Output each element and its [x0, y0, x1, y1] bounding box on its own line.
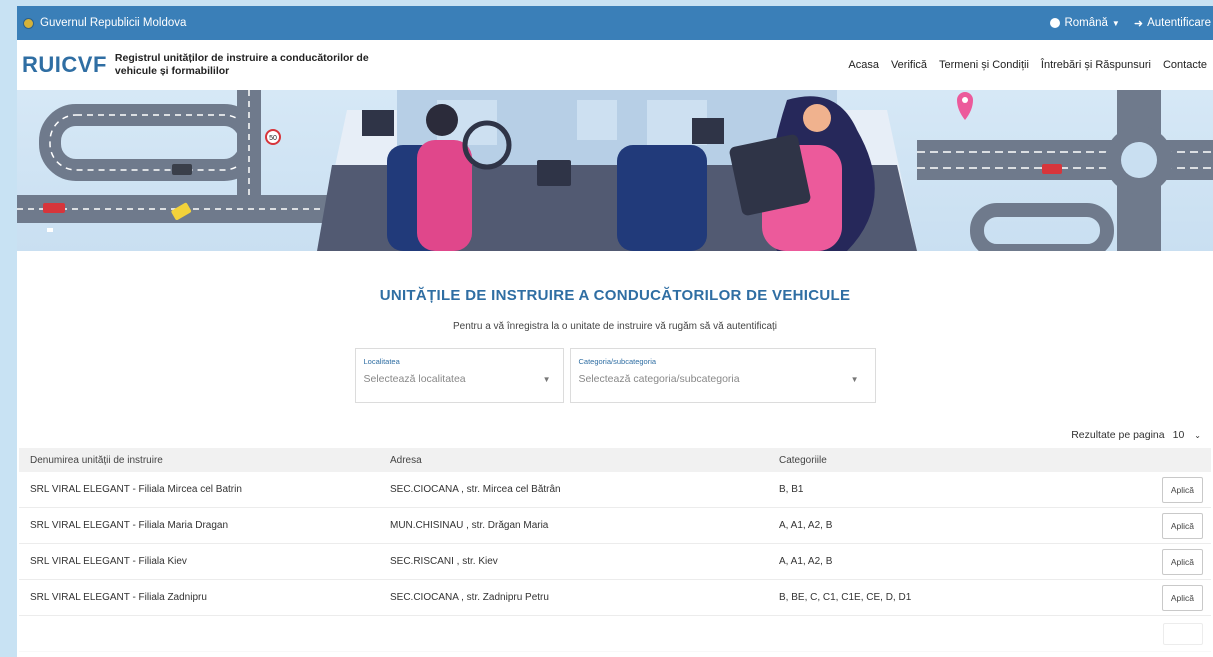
- nav-acasa[interactable]: Acasa: [848, 59, 879, 71]
- unit-address: SEC.CIOCANA , str. Zadnipru Petru: [390, 592, 549, 603]
- language-dropdown[interactable]: Română ▼: [1050, 17, 1120, 29]
- nav-contacte[interactable]: Contacte: [1163, 59, 1207, 71]
- globe-icon: [1050, 18, 1061, 28]
- hero-illustration: 50: [17, 90, 1213, 251]
- results-per-page-label: Rezultate pe pagina: [1071, 429, 1165, 441]
- brand-subtitle: Registrul unităților de instruire a cond…: [114, 52, 369, 77]
- logo: RUICVF: [22, 52, 107, 77]
- site-header: RUICVF Registrul unităților de instruire…: [17, 40, 1213, 90]
- hero-banner: 50: [17, 90, 1213, 251]
- table-row-partial: [19, 616, 1211, 652]
- unit-name: SRL VIRAL ELEGANT - Filiala Maria Dragan: [30, 520, 229, 531]
- gov-link[interactable]: Guvernul Republicii Moldova: [23, 17, 186, 29]
- results-per-page-value: 10: [1172, 429, 1185, 441]
- table-header: Denumirea unității de instruire Adresa C…: [19, 448, 1211, 472]
- category-placeholder: Selectează categoria/subcategoria: [578, 373, 740, 385]
- unit-categories: B, BE, C, C1, C1E, CE, D, D1: [779, 592, 912, 603]
- coat-of-arms-icon: [23, 17, 34, 29]
- results-per-page-select[interactable]: 10 ⌄: [1173, 429, 1201, 441]
- header-address: Adresa: [390, 454, 422, 466]
- category-label: Categoria/subcategoria: [578, 357, 657, 366]
- header-name: Denumirea unității de instruire: [30, 454, 163, 466]
- apply-button[interactable]: Aplică: [1161, 476, 1203, 503]
- page-title: UNITĂȚILE DE INSTRUIRE A CONDUCĂTORILOR …: [379, 287, 851, 304]
- unit-address: SEC.RISCANI , str. Kiev: [390, 556, 498, 567]
- apply-button[interactable]: Aplică: [1161, 584, 1203, 611]
- apply-button-partial[interactable]: [1163, 622, 1203, 645]
- page-subtitle: Pentru a vă înregistra la o unitate de i…: [452, 321, 778, 332]
- units-table: Denumirea unității de instruire Adresa C…: [19, 448, 1211, 652]
- locality-placeholder: Selectează localitatea: [363, 373, 466, 385]
- header-categories: Categoriile: [779, 454, 827, 466]
- locality-select[interactable]: Localitatea Selectează localitatea ▼: [354, 348, 564, 403]
- apply-button[interactable]: Aplică: [1161, 548, 1203, 575]
- caret-down-icon: ▼: [1111, 18, 1120, 28]
- unit-name: SRL VIRAL ELEGANT - Filiala Kiev: [30, 556, 187, 567]
- unit-categories: A, A1, A2, B: [779, 520, 833, 531]
- nav-intrebari[interactable]: Întrebări și Răspunsuri: [1041, 59, 1151, 71]
- brand-link[interactable]: RUICVF Registrul unităților de instruire…: [22, 52, 375, 78]
- table-row: SRL VIRAL ELEGANT - Filiala Kiev SEC.RIS…: [19, 544, 1211, 580]
- chevron-down-icon: ⌄: [1194, 430, 1201, 440]
- table-row: SRL VIRAL ELEGANT - Filiala Zadnipru SEC…: [19, 580, 1211, 616]
- unit-name: SRL VIRAL ELEGANT - Filiala Mircea cel B…: [30, 484, 242, 495]
- login-link[interactable]: ➜ Autentificare: [1134, 17, 1211, 30]
- nav-verifica[interactable]: Verifică: [891, 59, 927, 71]
- gov-title: Guvernul Republicii Moldova: [40, 17, 187, 29]
- category-select[interactable]: Categoria/subcategoria Selectează catego…: [569, 348, 876, 403]
- unit-address: SEC.CIOCANA , str. Mircea cel Bătrân: [390, 484, 561, 495]
- main-content: UNITĂȚILE DE INSTRUIRE A CONDUCĂTORILOR …: [17, 251, 1213, 441]
- locality-label: Localitatea: [363, 357, 400, 366]
- caret-down-icon: ▼: [542, 375, 551, 384]
- unit-categories: B, B1: [779, 484, 804, 495]
- table-row: SRL VIRAL ELEGANT - Filiala Maria Dragan…: [19, 508, 1211, 544]
- main-nav: Acasa Verifică Termeni și Condiții Între…: [848, 59, 1207, 71]
- unit-address: MUN.CHISINAU , str. Drăgan Maria: [390, 520, 549, 531]
- speed-limit-sign: 50: [269, 135, 277, 142]
- nav-termeni[interactable]: Termeni și Condiții: [939, 59, 1029, 71]
- login-label: Autentificare: [1147, 17, 1211, 29]
- sign-in-icon: ➜: [1133, 17, 1144, 30]
- table-row: SRL VIRAL ELEGANT - Filiala Mircea cel B…: [19, 472, 1211, 508]
- filters: Localitatea Selectează localitatea ▼ Cat…: [17, 348, 1213, 403]
- apply-button[interactable]: Aplică: [1161, 512, 1203, 539]
- results-per-page: Rezultate pe pagina 10 ⌄: [17, 429, 1213, 441]
- browser-page: Guvernul Republicii Moldova Română ▼ ➜ A…: [17, 6, 1213, 657]
- language-label: Română: [1064, 17, 1108, 29]
- unit-name: SRL VIRAL ELEGANT - Filiala Zadnipru: [30, 592, 207, 603]
- unit-categories: A, A1, A2, B: [779, 556, 833, 567]
- gov-bar: Guvernul Republicii Moldova Română ▼ ➜ A…: [17, 6, 1213, 40]
- caret-down-icon: ▼: [850, 375, 859, 384]
